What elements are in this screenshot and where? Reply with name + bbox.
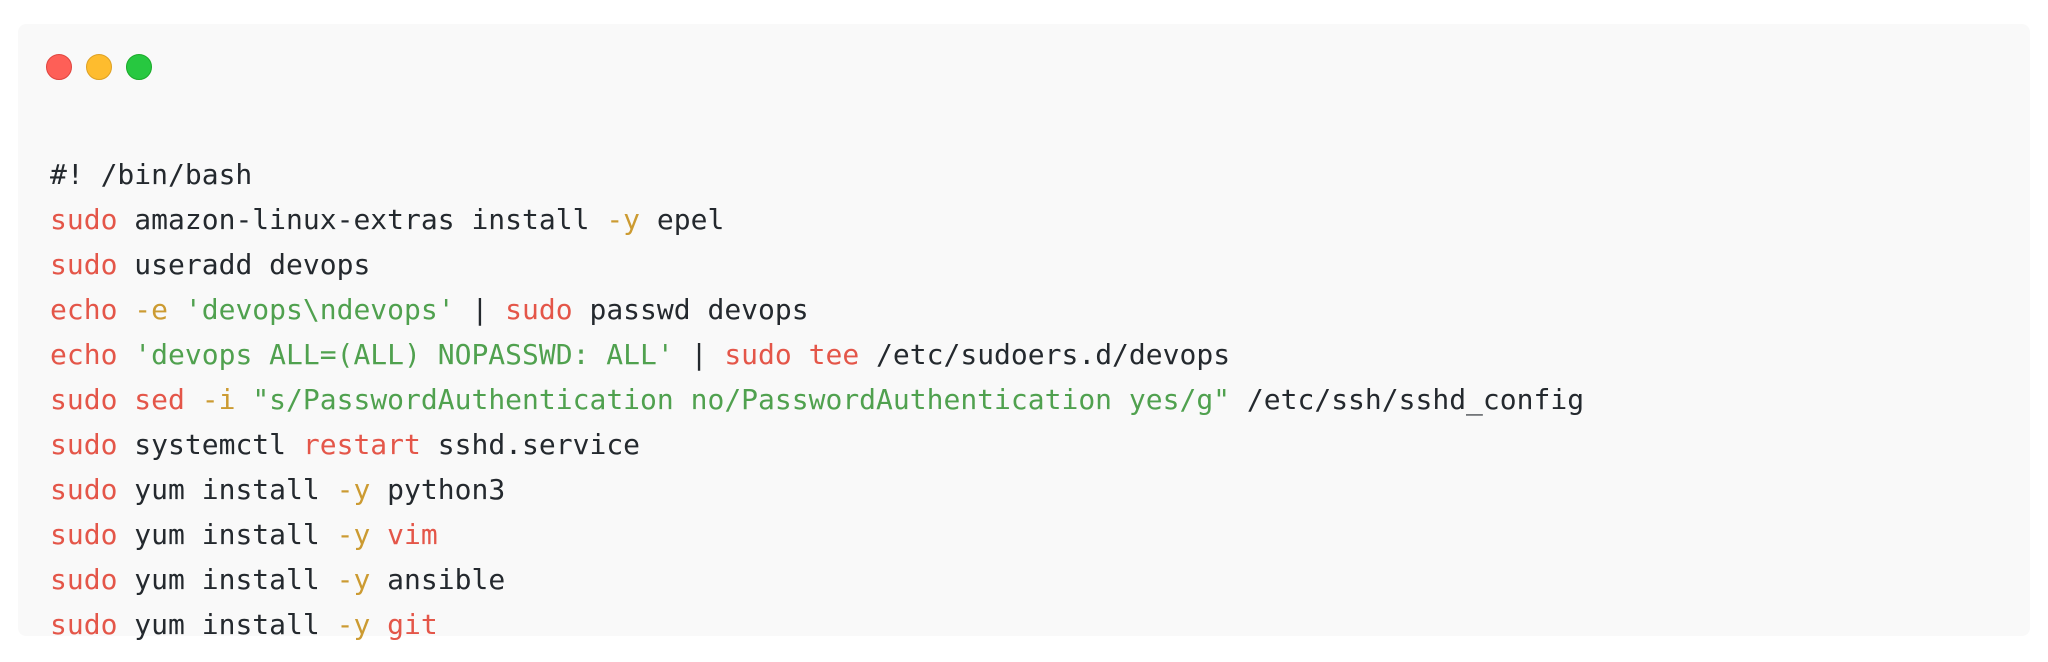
code-token-cmd: restart — [302, 428, 421, 461]
code-token-plain: yum install — [117, 608, 337, 641]
code-line: sudo yum install -y git — [50, 602, 1584, 647]
minimize-dot-icon[interactable] — [86, 54, 112, 80]
code-token-plain: epel — [640, 203, 725, 236]
code-token-flag: -y — [336, 473, 371, 506]
code-token-plain: ansible — [370, 563, 506, 596]
code-token-plain: /etc/ssh/sshd_config — [1230, 383, 1585, 416]
code-token-plain: systemctl — [117, 428, 303, 461]
code-line: echo 'devops ALL=(ALL) NOPASSWD: ALL' | … — [50, 332, 1584, 377]
code-line: sudo amazon-linux-extras install -y epel — [50, 197, 1584, 242]
code-token-cmd: vim — [387, 518, 438, 551]
code-token-plain: amazon-linux-extras install — [117, 203, 607, 236]
code-block: #! /bin/bash sudo amazon-linux-extras ins… — [50, 152, 1584, 647]
code-token-cmd: sudo — [50, 248, 118, 281]
code-token-plain: useradd devops — [117, 248, 371, 281]
code-token-str: "s/PasswordAuthentication no/PasswordAut… — [252, 383, 1231, 416]
code-line: sudo sed -i "s/PasswordAuthentication no… — [50, 377, 1584, 422]
code-line: sudo yum install -y python3 — [50, 467, 1584, 512]
code-token-plain: sshd.service — [420, 428, 641, 461]
code-line: sudo yum install -y ansible — [50, 557, 1584, 602]
code-token-plain: | — [673, 338, 725, 371]
code-line: sudo systemctl restart sshd.service — [50, 422, 1584, 467]
code-token-plain: passwd devops — [572, 293, 809, 326]
code-token-cmd: sudo — [50, 428, 118, 461]
code-token-cmd: sudo — [505, 293, 573, 326]
code-token-cmd: sudo — [50, 383, 118, 416]
code-token-cmd: sudo — [50, 518, 118, 551]
code-token-cmd: tee — [808, 338, 860, 371]
code-token-flag: -y — [606, 203, 641, 236]
code-token-str: 'devops ALL=(ALL) NOPASSWD: ALL' — [134, 338, 674, 371]
code-token-plain: /etc/sudoers.d/devops — [859, 338, 1231, 371]
code-token-cmd: sudo — [50, 473, 118, 506]
code-token-flag: -i — [201, 383, 236, 416]
code-token-cmd: sudo — [50, 608, 118, 641]
code-token-flag: -y — [336, 608, 371, 641]
code-token-plain: yum install — [117, 473, 337, 506]
close-dot-icon[interactable] — [46, 54, 72, 80]
code-token-plain: yum install — [117, 563, 337, 596]
code-token-plain: yum install — [117, 518, 337, 551]
code-token-flag: -e — [134, 293, 169, 326]
code-token-cmd: echo — [50, 338, 118, 371]
code-line: echo -e 'devops\ndevops' | sudo passwd d… — [50, 287, 1584, 332]
code-token-flag: -y — [336, 518, 371, 551]
maximize-dot-icon[interactable] — [126, 54, 152, 80]
code-token-str: 'devops\ndevops' — [184, 293, 455, 326]
code-token-flag: -y — [336, 563, 371, 596]
window-controls — [46, 54, 152, 80]
code-token-cmd: sudo — [50, 563, 118, 596]
code-token-cmd: git — [387, 608, 438, 641]
code-token-cmd: sed — [134, 383, 185, 416]
code-token-cmd: echo — [50, 293, 118, 326]
code-line: sudo yum install -y vim — [50, 512, 1584, 557]
code-window: #! /bin/bash sudo amazon-linux-extras ins… — [18, 24, 2030, 641]
code-token-cmd: sudo — [724, 338, 792, 371]
code-token-plain: python3 — [370, 473, 506, 506]
code-token-plain: | — [454, 293, 506, 326]
code-line: #! /bin/bash — [50, 152, 1584, 197]
code-token-cmd: sudo — [50, 203, 118, 236]
code-line: sudo useradd devops — [50, 242, 1584, 287]
code-token-plain: #! /bin/bash — [50, 158, 253, 191]
